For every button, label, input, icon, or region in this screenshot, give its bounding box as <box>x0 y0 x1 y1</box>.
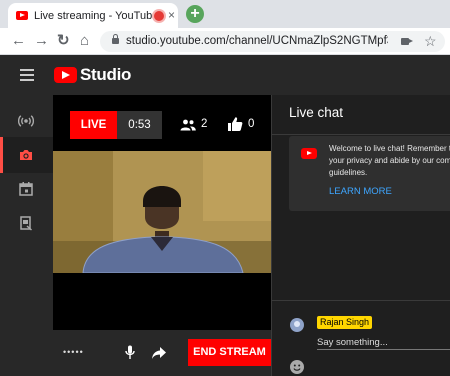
tab-title: Live streaming - YouTube Stu <box>34 10 152 22</box>
menu-icon[interactable] <box>20 69 34 81</box>
chat-username: Rajan Singh <box>317 316 373 329</box>
viewers-icon <box>180 119 196 131</box>
mic-level-indicator: ••••• <box>63 347 84 357</box>
youtube-favicon-icon <box>16 11 28 20</box>
browser-toolbar: ← → ↻ ⌂ studio.youtube.com/channel/UCNma… <box>0 28 450 55</box>
camera-icon <box>20 150 32 160</box>
rail-item-webcam[interactable] <box>0 137 53 173</box>
studio-title: Studio <box>80 65 132 84</box>
rail-item-broadcast[interactable] <box>0 103 53 139</box>
youtube-logo-icon[interactable] <box>54 67 77 83</box>
left-rail <box>0 95 53 376</box>
calendar-icon <box>19 182 33 196</box>
welcome-message: Welcome to live chat! Remember to guard … <box>329 144 450 177</box>
rail-item-manage[interactable] <box>0 205 53 241</box>
browser-tab-bar: Live streaming - YouTube Stu × + <box>0 0 450 28</box>
learn-more-link[interactable]: LEARN MORE <box>329 186 392 197</box>
chat-input-divider <box>272 300 450 301</box>
emoji-icon[interactable] <box>290 360 304 374</box>
back-button[interactable]: ← <box>11 32 26 50</box>
thumbs-up-icon <box>228 117 243 131</box>
end-stream-button[interactable]: END STREAM <box>188 339 271 366</box>
microphone-icon[interactable] <box>125 345 135 360</box>
live-badge: LIVE <box>70 111 117 139</box>
rail-item-schedule[interactable] <box>0 171 53 207</box>
elapsed-time: 0:53 <box>117 111 162 139</box>
new-tab-button[interactable]: + <box>186 5 204 23</box>
recording-indicator-icon <box>154 11 164 21</box>
welcome-card: Welcome to live chat! Remember to guard … <box>289 136 450 211</box>
chat-title: Live chat <box>289 105 344 120</box>
lock-icon[interactable] <box>112 34 119 44</box>
bookmark-star-icon[interactable]: ☆ <box>424 33 437 49</box>
chat-input-wrapper <box>317 335 450 350</box>
stream-manage-icon <box>20 216 32 231</box>
likes-count: 0 <box>248 118 255 130</box>
home-button[interactable]: ⌂ <box>80 32 89 50</box>
stream-controls: ••••• END STREAM <box>53 330 271 376</box>
broadcast-icon <box>18 115 34 127</box>
studio-header: Studio <box>0 55 450 95</box>
chat-message-input[interactable] <box>317 335 450 349</box>
reload-button[interactable]: ↻ <box>57 32 70 50</box>
address-bar[interactable]: studio.youtube.com/channel/UCNmaZlpS2NGT… <box>100 31 445 52</box>
live-chat-panel: Live chat Welcome to live chat! Remember… <box>271 95 450 376</box>
webcam-person-image <box>53 151 271 273</box>
tab-close-button[interactable]: × <box>168 9 175 21</box>
url-text[interactable]: studio.youtube.com/channel/UCNmaZlpS2NGT… <box>126 35 388 49</box>
share-icon[interactable] <box>151 346 167 360</box>
viewers-count: 2 <box>201 118 208 130</box>
browser-tab[interactable]: Live streaming - YouTube Stu × <box>8 3 178 28</box>
avatar[interactable] <box>290 318 304 332</box>
forward-button[interactable]: → <box>34 32 49 50</box>
youtube-logo-icon <box>301 148 317 159</box>
camera-in-use-icon[interactable] <box>401 38 413 45</box>
webcam-preview <box>53 151 271 273</box>
chat-divider <box>272 134 450 135</box>
